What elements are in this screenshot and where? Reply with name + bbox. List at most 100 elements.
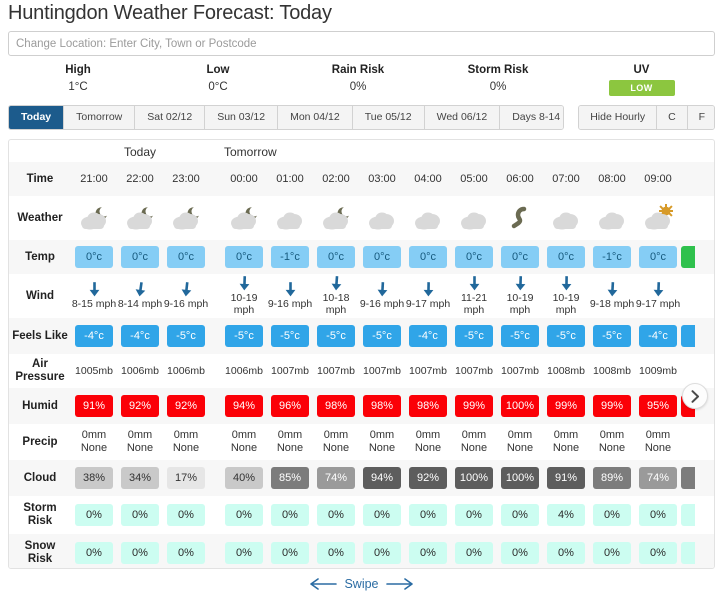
value-pill: 0°c (501, 246, 539, 268)
forecast-cell: 0mm None (163, 424, 209, 460)
forecast-cell: 8-15 mph (71, 274, 117, 318)
hourly-forecast-table[interactable]: Today Tomorrow Time 21:00 22:00 23:00 00:00 0… (8, 139, 715, 569)
mist-icon (511, 206, 527, 229)
forecast-row-humid: Humid 91% 92% 92% 94% 96% 98% 98% 98% 99% 100% 99% 9… (9, 388, 714, 424)
precip-type: None (414, 442, 442, 454)
forecast-cell: 0% (589, 496, 635, 534)
forecast-cell: 09:00 (644, 172, 672, 185)
precip-amount: 0mm (277, 429, 303, 441)
summary-stat-label: Low (206, 64, 230, 76)
value-pill: 0°c (455, 246, 493, 268)
value-pill: 0% (167, 504, 205, 526)
group-gap (209, 388, 221, 424)
forecast-cell: 0°c (117, 240, 163, 274)
forecast-cell: 94% (359, 460, 405, 496)
day-group-today: Today (71, 145, 209, 162)
tab-c[interactable]: C (657, 106, 688, 129)
value-pill: 0% (225, 542, 263, 564)
weather-forecast-page: Huntingdon Weather Forecast: Today Chang… (0, 0, 723, 600)
value-pill: 0% (225, 504, 263, 526)
tab-wed-06-12[interactable]: Wed 06/12 (424, 106, 501, 129)
forecast-cell: 40% (221, 460, 267, 496)
forecast-cell: 0°c (635, 240, 681, 274)
cells-group-today: 0% 0% 0% (71, 496, 209, 534)
group-gap (209, 460, 221, 496)
forecast-cells: 0°c 0°c 0°c 0°c -1°c 0°c 0°c 0°c 0°c 0°c 0°c -1°c 0°… (71, 240, 714, 274)
forecast-cell: 0% (451, 496, 497, 534)
value-pill: 91% (547, 467, 585, 489)
group-gap (209, 496, 221, 534)
value-pill: 0°c (167, 246, 205, 268)
forecast-cell: 91% (543, 460, 589, 496)
forecast-row-wind: Wind 8-15 mph 8-14 mph 9-16 mph 10-19 mph 9-1… (9, 274, 714, 318)
value-pill: 94% (225, 395, 263, 417)
forecast-cell: 1008mb (547, 364, 585, 377)
location-search-input[interactable]: Change Location: Enter City, Town or Pos… (8, 31, 715, 56)
day-group-tomorrow: Tomorrow (221, 145, 681, 162)
forecast-cell: 99% (543, 388, 589, 424)
tab-mon-04-12[interactable]: Mon 04/12 (278, 106, 353, 129)
forecast-cell: 1006mb (167, 364, 205, 377)
forecast-cell: 23:00 (172, 172, 200, 185)
forecast-cells: 0% 0% 0% 0% 0% 0% 0% 0% 0% 0% 0% 0% 0% (71, 534, 714, 568)
forecast-row-precip: Precip 0mm None 0mm None 0mm None 0mm None 0mm Non… (9, 424, 714, 460)
precip-type: None (598, 442, 626, 454)
precip-type: None (276, 442, 304, 454)
value-pill: 0°c (317, 246, 355, 268)
forecast-cell: 0% (267, 496, 313, 534)
value-pill: 100% (455, 467, 493, 489)
forecast-cell-partial (681, 534, 695, 568)
value-pill: 92% (167, 395, 205, 417)
value-pill: -4°c (639, 325, 677, 347)
tab-sun-03-12[interactable]: Sun 03/12 (205, 106, 279, 129)
forecast-cell: -4°c (117, 318, 163, 354)
tab-hide-hourly[interactable]: Hide Hourly (579, 106, 658, 129)
forecast-cell: 0% (405, 496, 451, 534)
precip-type: None (322, 442, 350, 454)
tab-days-8-14[interactable]: Days 8-14 (500, 106, 564, 129)
tab-f[interactable]: F (687, 106, 715, 129)
wind-direction-arrow-icon (607, 282, 617, 297)
summary-stat-value: 1°C (68, 81, 88, 93)
value-pill: 85% (271, 467, 309, 489)
summary-stat: UV LOW (568, 63, 715, 96)
forecast-cell: 0% (117, 534, 163, 568)
value-pill: -5°c (501, 325, 539, 347)
forecast-cell: 21:00 (80, 172, 108, 185)
value-pill: 0% (501, 542, 539, 564)
group-gap (209, 145, 221, 162)
forecast-cell: 74% (313, 460, 359, 496)
forecast-cell: 0mm None (589, 424, 635, 460)
wind-direction-arrow-icon (515, 276, 525, 291)
forecast-row-time: Time 21:00 22:00 23:00 00:00 01:00 02:00 03:00 0… (9, 162, 714, 196)
cells-group-tomorrow: -5°c -5°c -5°c -5°c -4°c -5°c -5°c -5°c -5°c -4°c (221, 318, 695, 354)
forecast-cell: 04:00 (414, 172, 442, 185)
forecast-cell: 100% (451, 460, 497, 496)
tab-tue-05-12[interactable]: Tue 05/12 (352, 106, 425, 129)
group-gap (209, 240, 221, 274)
value-pill: 99% (455, 395, 493, 417)
group-gap (209, 424, 221, 460)
tab-today[interactable]: Today (9, 106, 65, 129)
value-pill: 0°c (363, 246, 401, 268)
wind-direction-arrow-icon (561, 276, 571, 291)
swipe-hint-label: Swipe (344, 577, 379, 591)
value-pill: -5°c (363, 325, 401, 347)
forecast-cell: 74% (635, 460, 681, 496)
forecast-cell: 96% (267, 388, 313, 424)
scroll-next-button[interactable] (682, 383, 708, 409)
forecast-cell: 92% (163, 388, 209, 424)
tab-tomorrow[interactable]: Tomorrow (64, 106, 136, 129)
summary-stat: Low 0°C (148, 63, 288, 96)
swipe-hint: Swipe (0, 577, 723, 591)
forecast-cell: 0% (635, 534, 681, 568)
forecast-cell (589, 196, 635, 240)
forecast-cell: 1007mb (501, 364, 539, 377)
precip-amount: 0mm (461, 429, 487, 441)
forecast-cell: 0% (313, 496, 359, 534)
uv-badge: LOW (608, 80, 675, 96)
forecast-cell: 0% (497, 496, 543, 534)
precip-type: None (368, 442, 396, 454)
day-group-label: Tomorrow (224, 145, 277, 159)
tab-sat-02-12[interactable]: Sat 02/12 (135, 106, 206, 129)
